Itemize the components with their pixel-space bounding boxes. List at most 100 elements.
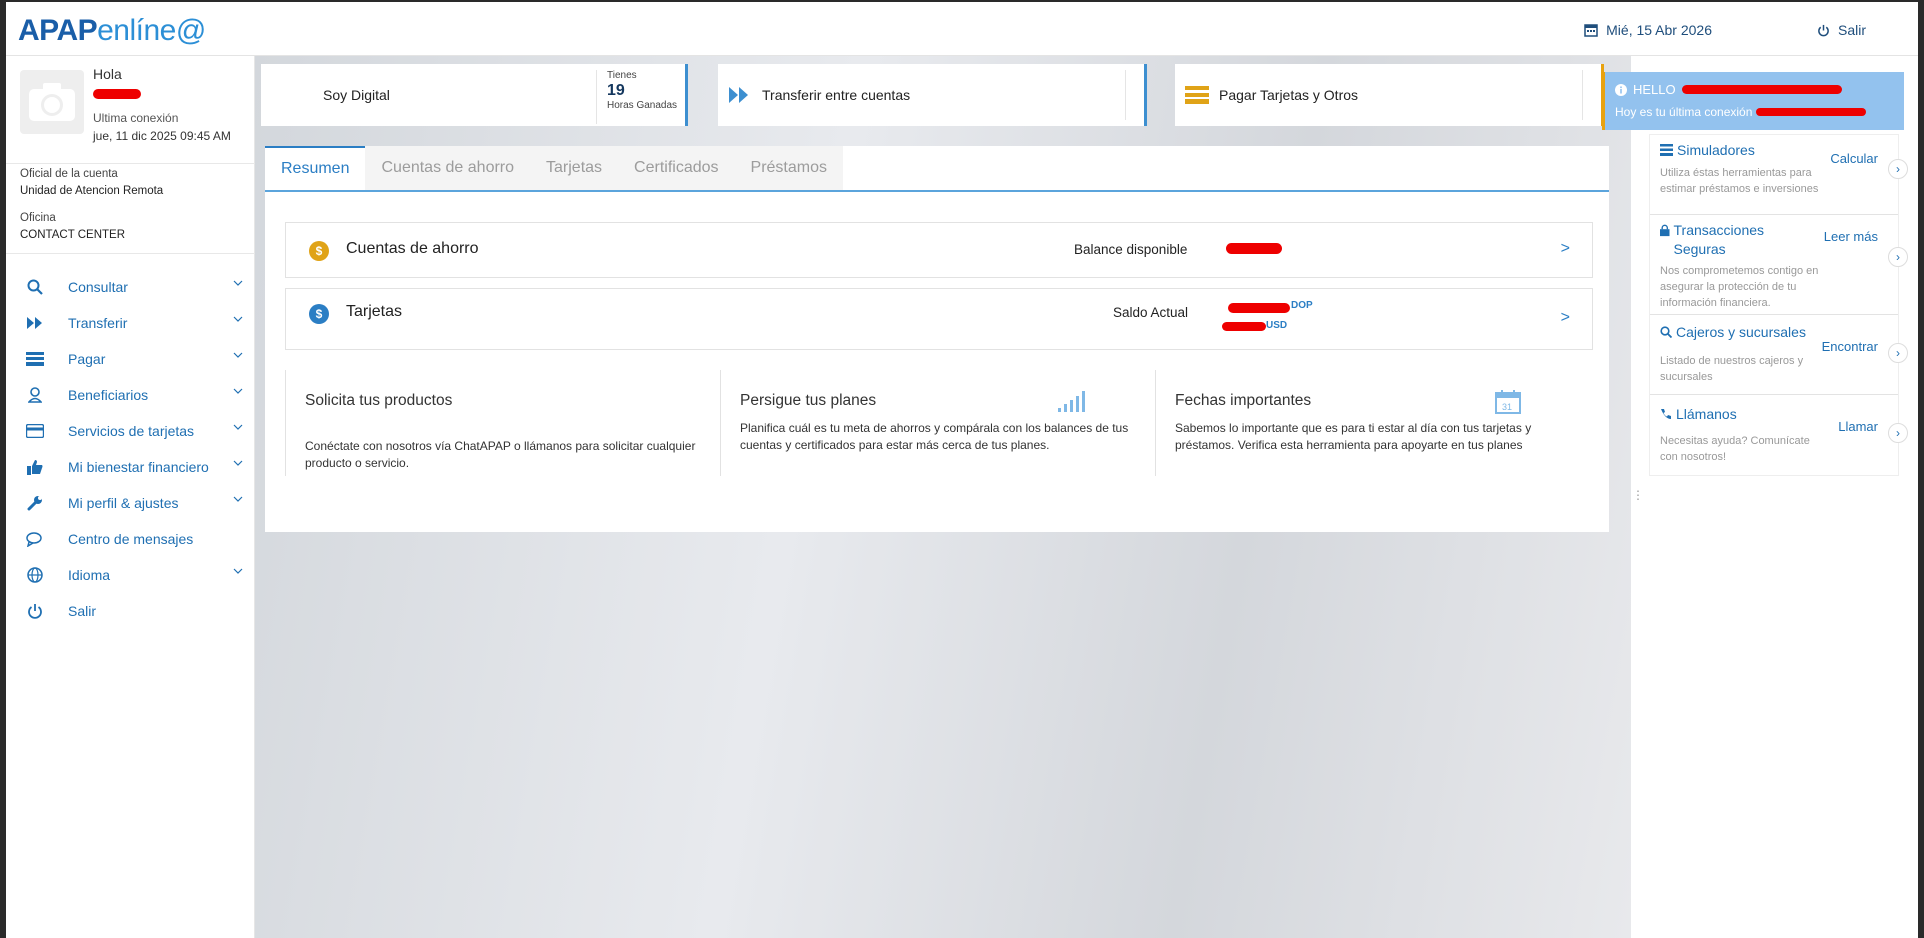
bar-growth-icon	[1058, 391, 1085, 412]
menu-item-salir[interactable]: Salir	[6, 593, 255, 629]
tool-llamanos[interactable]: Llámanos Necesitas ayuda? Comunícate con…	[1650, 395, 1908, 475]
left-sidebar: Hola Ultima conexión jue, 11 dic 2025 09…	[6, 56, 255, 938]
chevron-down-icon	[233, 424, 243, 430]
date-label: Mié, 15 Abr 2026	[1606, 22, 1712, 38]
logo-text-bold: APAP	[18, 14, 98, 47]
apap-logo[interactable]: APAPenlíne@	[18, 14, 206, 48]
dollar-coin-icon: $	[309, 304, 329, 324]
redacted-date	[1755, 108, 1866, 116]
menu-item-pagar[interactable]: Pagar	[6, 341, 255, 377]
tab-cuentas-ahorro[interactable]: Cuentas de ahorro	[365, 146, 531, 190]
cards-name: Tarjetas	[346, 303, 403, 320]
promo-title: Fechas importantes	[1175, 392, 1312, 409]
logo-text-light: enlíne@	[97, 14, 206, 47]
logout-label: Salir	[1837, 22, 1866, 38]
office-label: Oficina	[20, 212, 56, 224]
menu-label: Beneficiarios	[68, 387, 149, 403]
chevron-right-icon[interactable]: ›	[1888, 247, 1908, 267]
pay-cards-card[interactable]: Pagar Tarjetas y Otros	[1175, 64, 1604, 126]
promo-planes[interactable]: Persigue tus planes Planifica cuál es tu…	[720, 370, 1155, 476]
tool-desc: Utiliza éstas herramientas para estimar …	[1660, 167, 1819, 195]
savings-expand-arrow[interactable]: >	[1561, 240, 1570, 258]
card-stack-icon	[1185, 86, 1209, 104]
cards-expand-arrow[interactable]: >	[1561, 309, 1570, 327]
menu-item-transferir[interactable]: Transferir	[6, 305, 255, 341]
redacted-balance	[1226, 243, 1282, 254]
menu-item-idioma[interactable]: Idioma	[6, 557, 255, 593]
tool-title: Transacciones Seguras	[1673, 222, 1765, 257]
app-window: APAPenlíne@ Mié, 15 Abr 2026 Salir Hola …	[6, 2, 1918, 938]
fast-forward-icon	[729, 87, 748, 103]
chevron-down-icon	[233, 388, 243, 394]
chat-icon	[26, 532, 42, 547]
redacted-name	[93, 86, 141, 102]
cards-row[interactable]: $ Tarjetas Saldo Actual DOP USD >	[285, 288, 1593, 350]
menu-item-perfil[interactable]: Mi perfil & ajustes	[6, 485, 255, 521]
promo-solicita[interactable]: Solicita tus productos Conéctate con nos…	[285, 370, 720, 476]
leer-mas-link[interactable]: Leer más	[1824, 229, 1878, 244]
chevron-down-icon	[233, 280, 243, 286]
lock-icon	[1660, 224, 1670, 237]
divider	[1125, 70, 1126, 120]
last-connection-label: Ultima conexión	[93, 111, 179, 125]
resize-grip[interactable]: ⋮	[1632, 488, 1644, 518]
chevron-right-icon[interactable]: ›	[1888, 343, 1908, 363]
chevron-right-icon[interactable]: ›	[1888, 423, 1908, 443]
divider	[6, 253, 255, 254]
menu-item-servicios-tarjetas[interactable]: Servicios de tarjetas	[6, 413, 255, 449]
promo-section: Solicita tus productos Conéctate con nos…	[285, 370, 1593, 476]
redacted-balance-dop	[1228, 303, 1290, 313]
header-logout-button[interactable]: Salir	[1817, 22, 1866, 38]
credit-card-icon	[26, 424, 44, 438]
camera-icon	[29, 83, 75, 121]
promo-desc: Sabemos lo importante que es para ti est…	[1175, 421, 1532, 452]
divider	[720, 370, 721, 476]
tab-prestamos[interactable]: Préstamos	[734, 146, 843, 190]
menu-item-beneficiarios[interactable]: Beneficiarios	[6, 377, 255, 413]
user-icon	[28, 387, 42, 403]
hello-banner: HELLO Hoy es tu última conexión	[1602, 72, 1904, 130]
hello-subtitle: Hoy es tu última conexión	[1615, 105, 1753, 119]
tab-resumen[interactable]: Resumen	[265, 146, 366, 190]
calendar-icon: 31	[1495, 390, 1521, 414]
menu-item-bienestar[interactable]: Mi bienestar financiero	[6, 449, 255, 485]
officer-label: Oficial de la cuenta	[20, 168, 118, 180]
encontrar-link[interactable]: Encontrar	[1822, 339, 1878, 354]
divider	[1155, 370, 1156, 476]
calendar-icon	[1584, 24, 1598, 37]
tool-desc: Listado de nuestros cajeros y sucursales	[1660, 355, 1804, 383]
thumbs-up-icon	[27, 460, 43, 475]
scroll-up-arrow[interactable]: ▲	[1917, 64, 1918, 75]
promo-fechas[interactable]: Fechas importantes 31 Sabemos lo importa…	[1155, 370, 1593, 476]
hours-value: 19	[607, 82, 625, 99]
power-icon	[1818, 24, 1829, 36]
tool-simuladores[interactable]: Simuladores Utiliza éstas herramientas p…	[1650, 135, 1908, 215]
divider	[6, 163, 255, 164]
tab-certificados[interactable]: Certificados	[618, 146, 735, 190]
calcular-link[interactable]: Calcular	[1830, 151, 1878, 166]
tool-title: Llámanos	[1676, 406, 1737, 422]
soy-digital-card[interactable]: Soy Digital Tienes 19 Horas Ganadas	[261, 64, 688, 126]
power-icon	[28, 604, 42, 619]
cards-balance-label: Saldo Actual	[1113, 305, 1189, 320]
savings-accounts-row[interactable]: $ Cuentas de ahorro Balance disponible >	[285, 222, 1593, 278]
menu-label: Mi bienestar financiero	[68, 459, 209, 475]
menu-label: Servicios de tarjetas	[68, 423, 195, 439]
redacted-balance-usd	[1222, 322, 1266, 331]
divider	[1582, 70, 1583, 120]
tab-tarjetas[interactable]: Tarjetas	[530, 146, 619, 190]
current-date: Mié, 15 Abr 2026	[1584, 22, 1712, 38]
tool-transacciones-seguras[interactable]: Transacciones Seguras Nos comprometemos …	[1650, 215, 1908, 315]
llamar-link[interactable]: Llamar	[1838, 419, 1878, 434]
savings-balance-label: Balance disponible	[1074, 242, 1188, 257]
menu-item-mensajes[interactable]: Centro de mensajes	[6, 521, 255, 557]
menu-label: Idioma	[68, 567, 111, 583]
transfer-between-accounts-card[interactable]: Transferir entre cuentas	[718, 64, 1147, 126]
avatar	[20, 70, 84, 134]
chevron-right-icon[interactable]: ›	[1888, 159, 1908, 179]
menu-item-consultar[interactable]: Consultar	[6, 269, 255, 305]
tool-cajeros[interactable]: Cajeros y sucursales Listado de nuestros…	[1650, 315, 1908, 395]
tool-title: Cajeros y sucursales	[1676, 324, 1806, 340]
promo-desc: Planifica cuál es tu meta de ahorros y c…	[740, 421, 1129, 452]
hello-title: HELLO	[1633, 82, 1676, 97]
